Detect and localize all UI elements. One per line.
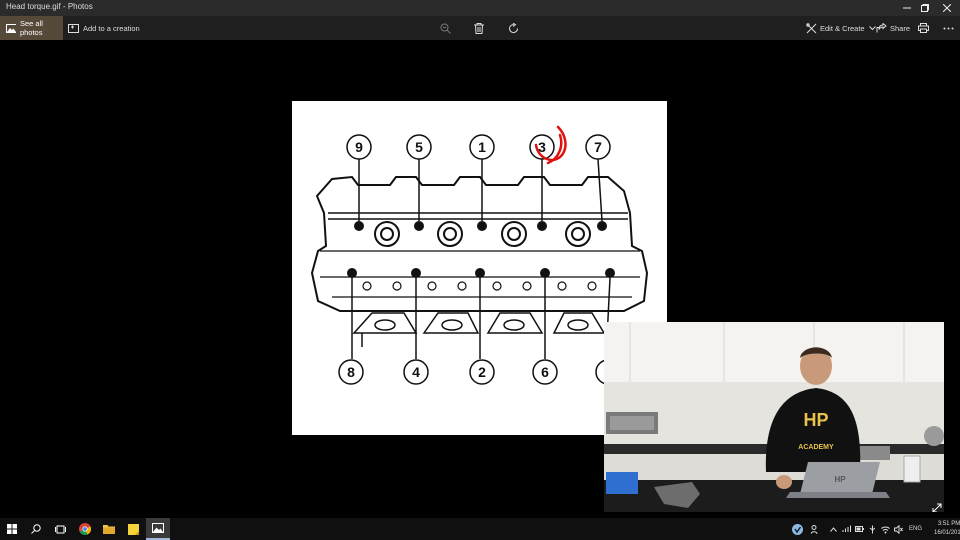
windows-icon (7, 524, 17, 534)
clock-date: 16/01/2018 (934, 530, 960, 536)
share-button[interactable]: Share (876, 16, 910, 40)
task-view-button[interactable] (52, 518, 68, 540)
add-creation-icon (68, 23, 79, 33)
more-icon (943, 27, 954, 29)
folder-icon (103, 525, 115, 534)
photos-icon (6, 23, 16, 33)
torque-order-top-2: 5 (415, 139, 423, 155)
window-title: Head torque.gif - Photos (6, 2, 93, 11)
see-all-photos-button[interactable]: See all photos (0, 16, 63, 40)
zoom-button[interactable] (440, 16, 451, 40)
add-to-creation-label: Add to a creation (83, 23, 140, 33)
start-button[interactable] (4, 518, 20, 540)
rotate-button[interactable] (508, 16, 519, 40)
torque-order-bottom-1: 8 (347, 364, 355, 380)
torque-order-bottom-3: 2 (478, 364, 486, 380)
taskbar-photos[interactable] (146, 518, 170, 540)
add-to-creation-button[interactable]: Add to a creation (68, 16, 140, 40)
taskbar: ENG 3:51 PM 16/01/2018 (0, 518, 960, 540)
torque-order-bottom-4: 6 (541, 364, 549, 380)
torque-order-top-5: 7 (594, 139, 602, 155)
input-language[interactable]: ENG (909, 526, 922, 532)
expand-video-button[interactable] (932, 500, 942, 512)
battery-icon[interactable] (855, 525, 864, 533)
laptop-logo: HP (834, 475, 846, 484)
taskbar-file-explorer[interactable] (100, 518, 118, 540)
see-all-photos-label: See all photos (19, 19, 43, 37)
share-label: Share (890, 23, 911, 33)
delete-icon (474, 22, 484, 34)
maximize-button[interactable] (914, 0, 936, 16)
close-icon (943, 4, 951, 12)
people-icon[interactable] (811, 524, 820, 534)
edit-create-icon (806, 22, 817, 33)
torque-order-top-3: 1 (478, 139, 486, 155)
clock[interactable]: 3:51 PM 16/01/2018 (934, 520, 960, 538)
network-icon[interactable] (842, 525, 851, 533)
search-button[interactable] (28, 518, 44, 540)
task-view-icon (54, 525, 66, 533)
maximize-icon (921, 4, 929, 12)
close-button[interactable] (936, 0, 958, 16)
title-bar: Head torque.gif - Photos (0, 0, 960, 16)
taskbar-sticky-notes[interactable] (124, 518, 142, 540)
rotate-icon (509, 22, 519, 33)
wifi-icon[interactable] (881, 525, 890, 534)
volume-icon[interactable] (894, 524, 903, 534)
clock-time: 3:51 PM (937, 521, 960, 527)
system-tray: ENG 3:51 PM 16/01/2018 (792, 518, 960, 540)
torque-order-top-1: 9 (355, 139, 363, 155)
delete-button[interactable] (474, 16, 484, 40)
edit-create-button[interactable]: Edit & Create (806, 16, 876, 40)
print-icon (918, 23, 929, 33)
chrome-icon (79, 523, 91, 535)
share-icon (876, 23, 887, 33)
edit-create-label: Edit & Create (820, 23, 865, 33)
toolbar: See all photos Add to a creation Edit & … (0, 16, 960, 40)
sticky-notes-icon (127, 523, 139, 535)
webcam-scene: HP ACADEMY HP (604, 322, 944, 512)
taskbar-chrome[interactable] (76, 518, 94, 540)
more-button[interactable] (943, 16, 954, 40)
shirt-logo: HP (803, 410, 828, 430)
minimize-icon (903, 7, 911, 9)
torque-order-bottom-2: 4 (412, 364, 420, 380)
photos-app-icon (152, 523, 164, 533)
shirt-subtext: ACADEMY (798, 444, 834, 451)
search-icon (31, 524, 41, 534)
zoom-icon (440, 23, 451, 34)
chevron-up-icon[interactable] (830, 526, 837, 532)
print-button[interactable] (918, 16, 929, 40)
webcam-overlay: HP ACADEMY HP (604, 322, 944, 512)
app-tray-icon[interactable] (792, 523, 803, 535)
chevron-down-icon (868, 25, 876, 30)
usb-icon[interactable] (868, 525, 877, 534)
expand-icon (932, 503, 942, 512)
